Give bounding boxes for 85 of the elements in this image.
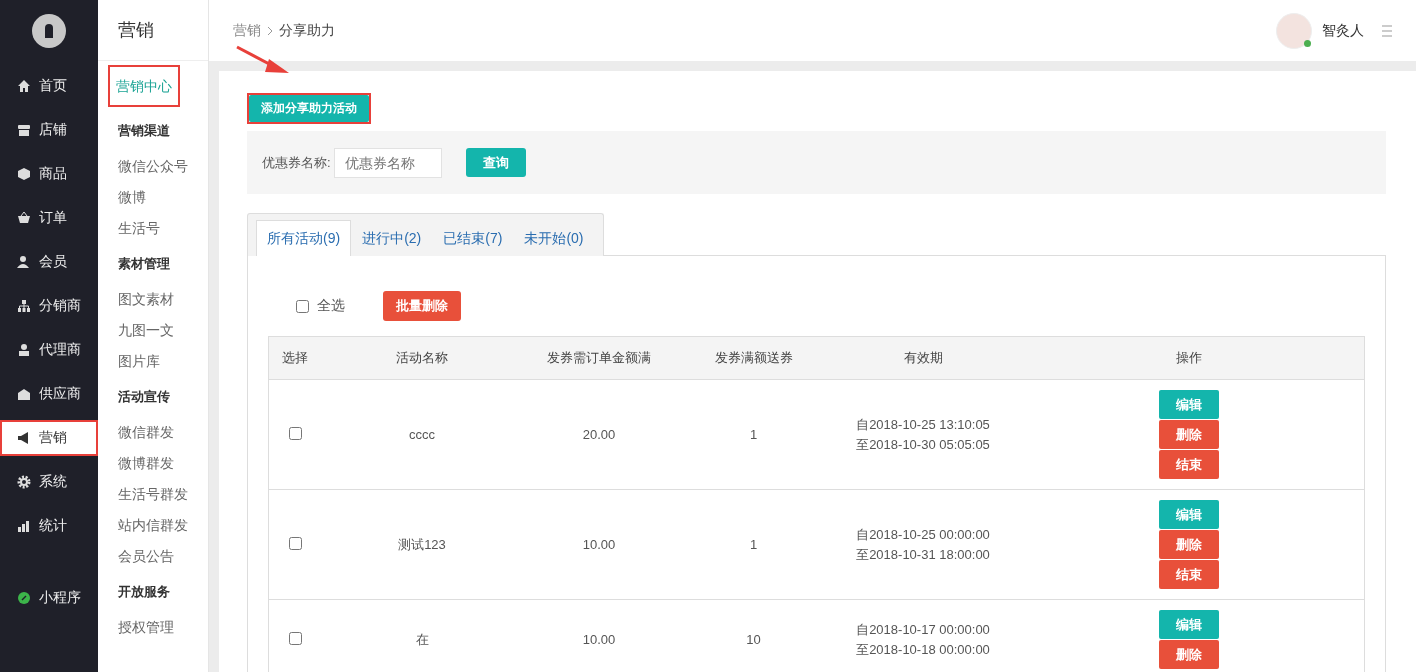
box-icon: [17, 167, 31, 181]
menu-group-heading: 活动宣传: [117, 388, 171, 406]
action-button[interactable]: 删除: [1159, 640, 1219, 669]
tab[interactable]: 进行中(2): [351, 220, 433, 256]
row-checkbox[interactable]: [288, 536, 302, 550]
table-cell: 测试123: [398, 536, 446, 552]
table-cell: cccc: [409, 427, 435, 442]
section-title: 营销: [98, 0, 208, 61]
column-header: 发券需订单金额满: [523, 336, 675, 380]
home-icon: [17, 79, 31, 93]
menu-group-heading: 营销渠道: [117, 122, 171, 140]
submenu-item[interactable]: 微博: [110, 182, 146, 213]
submenu-item[interactable]: 微博群发: [110, 448, 174, 479]
menu-group-heading: 素材管理: [117, 255, 171, 273]
person-icon: [17, 343, 31, 357]
action-button[interactable]: 删除: [1159, 420, 1219, 449]
row-checkbox[interactable]: [288, 426, 302, 440]
nav-item[interactable]: 会员: [0, 244, 98, 280]
table-cell: 10.00: [582, 632, 616, 647]
basket-icon: [17, 211, 31, 225]
submenu-item[interactable]: 营销中心: [108, 65, 180, 107]
avatar[interactable]: [1276, 12, 1312, 49]
action-button[interactable]: 删除: [1159, 530, 1219, 559]
nav-item[interactable]: 供应商: [0, 376, 98, 412]
submenu-item[interactable]: 图片库: [110, 346, 160, 377]
nav-item[interactable]: 系统: [0, 464, 98, 500]
column-header: 选择: [268, 336, 321, 380]
breadcrumb-item[interactable]: 营销: [233, 21, 261, 40]
table-cell: 20.00: [582, 427, 616, 442]
coupon-name-field[interactable]: 优惠券名称: [333, 147, 442, 178]
bar-chart-icon: [17, 519, 31, 533]
nav-item[interactable]: 营销: [0, 420, 98, 456]
store-icon: [17, 123, 31, 137]
column-header: 有效期: [832, 336, 1014, 380]
table-cell: 在: [415, 631, 429, 647]
end-date: 至2018-10-18 00:00:00: [856, 640, 990, 659]
submenu-item[interactable]: 生活号: [110, 213, 160, 244]
bulk-delete-button[interactable]: 批量删除: [383, 291, 461, 321]
logo-icon: [32, 14, 66, 48]
column-header: 操作: [1014, 336, 1365, 380]
end-date: 至2018-10-30 05:05:05: [856, 435, 990, 454]
building-icon: [17, 387, 31, 401]
breadcrumb-item: 分享助力: [279, 21, 335, 40]
submenu-item[interactable]: 微信群发: [110, 417, 174, 448]
end-date: 至2018-10-31 18:00:00: [856, 545, 990, 564]
user-name: 智灸人: [1322, 21, 1364, 40]
submenu-item[interactable]: 站内信群发: [110, 510, 188, 541]
action-button[interactable]: 结束: [1159, 560, 1219, 589]
submenu-item[interactable]: 图文素材: [110, 284, 174, 315]
nav-item[interactable]: 订单: [0, 200, 98, 236]
table-cell: 10.00: [582, 537, 616, 552]
start-date: 自2018-10-25 00:00:00: [856, 525, 990, 544]
submenu-item[interactable]: 生活号群发: [110, 479, 188, 510]
field-label: 优惠券名称:: [262, 153, 331, 172]
table-cell: 1: [749, 537, 758, 552]
sitemap-icon: [17, 299, 31, 313]
select-all-checkbox[interactable]: [296, 299, 309, 313]
start-date: 自2018-10-25 13:10:05: [856, 415, 990, 434]
megaphone-icon: [17, 431, 31, 445]
tab[interactable]: 未开始(0): [513, 220, 595, 256]
submenu-item[interactable]: 微信公众号: [110, 151, 188, 182]
settings-icon: [17, 475, 31, 489]
submenu-item[interactable]: 授权管理: [110, 612, 174, 643]
submenu-item[interactable]: 会员公告: [110, 541, 174, 572]
nav-item[interactable]: 统计: [0, 508, 98, 544]
table-cell: 10: [746, 632, 761, 647]
menu-group-heading: 开放服务: [117, 583, 171, 601]
start-date: 自2018-10-17 00:00:00: [856, 620, 990, 639]
column-header: 发券满额送券: [675, 336, 832, 380]
tab[interactable]: 已结束(7): [432, 220, 514, 256]
nav-item[interactable]: 商品: [0, 156, 98, 192]
submenu-item[interactable]: 九图一文: [110, 315, 174, 346]
nav-item[interactable]: 代理商: [0, 332, 98, 368]
tab[interactable]: 所有活动(9): [256, 220, 352, 256]
nav-item[interactable]: 分销商: [0, 288, 98, 324]
row-checkbox[interactable]: [288, 631, 302, 645]
nav-item[interactable]: 小程序: [0, 580, 98, 616]
nav-item[interactable]: 首页: [0, 68, 98, 104]
table-cell: 1: [749, 427, 758, 442]
action-button[interactable]: 结束: [1159, 450, 1219, 479]
user-icon: [17, 255, 31, 269]
checkbox-label: 全选: [317, 297, 345, 315]
annotation-arrow: [235, 45, 291, 75]
column-header: 活动名称: [321, 336, 523, 380]
nav-item[interactable]: 店铺: [0, 112, 98, 148]
